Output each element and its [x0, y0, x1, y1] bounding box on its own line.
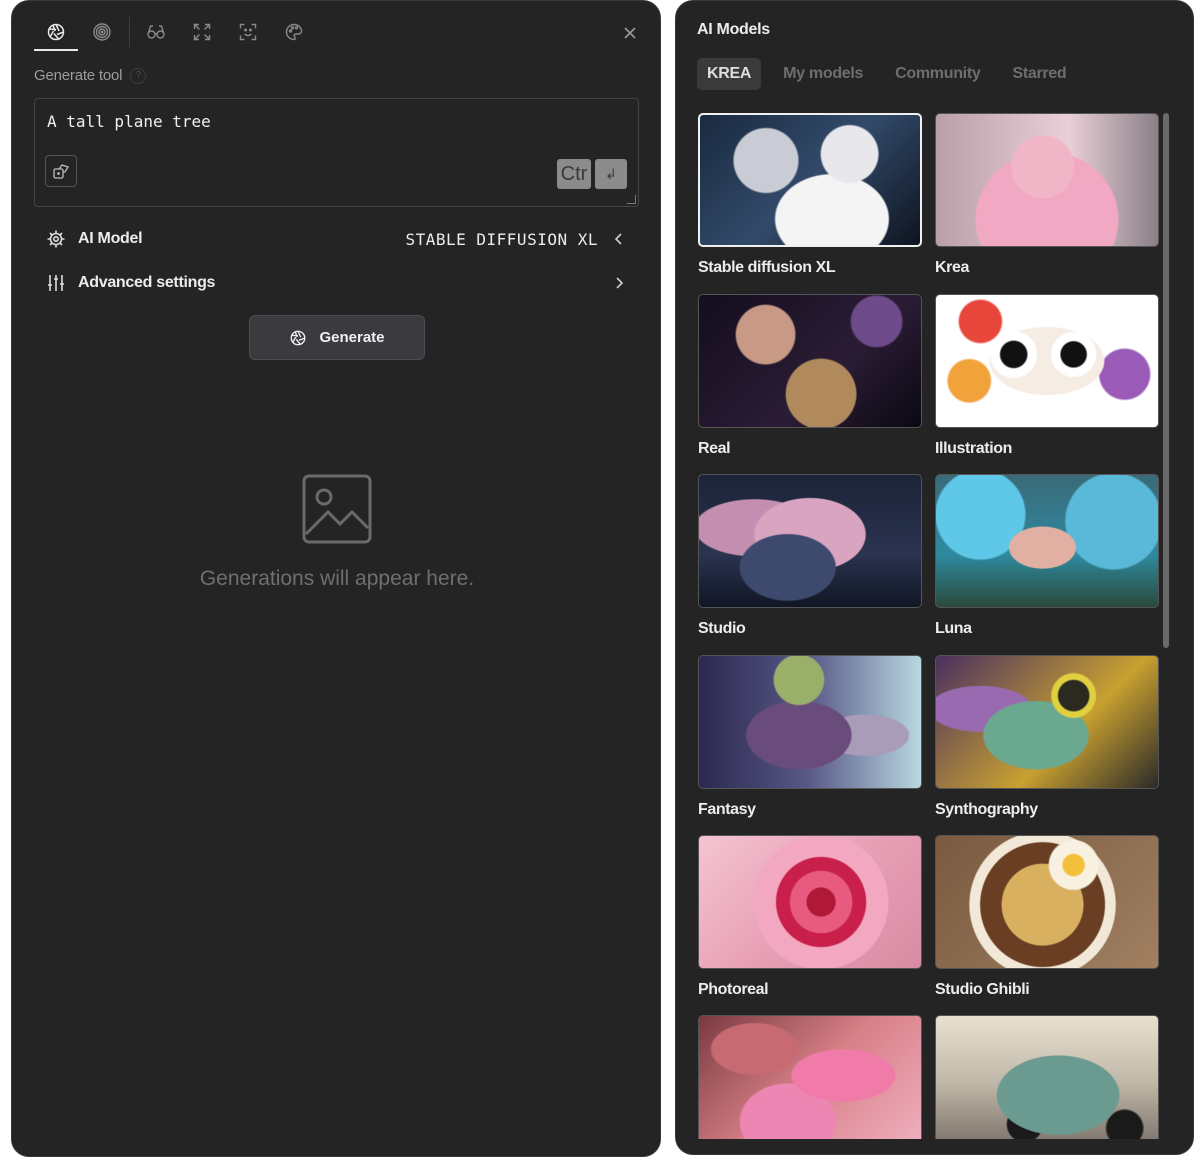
ai-models-panel: AI Models KREA My models Community Starr… [675, 0, 1194, 1155]
chevron-left-icon[interactable] [612, 232, 626, 246]
model-tabs: KREA My models Community Starred [697, 58, 1088, 90]
model-card-luna[interactable]: Luna [935, 474, 1159, 638]
model-name: Krea [935, 259, 969, 276]
glasses-icon[interactable] [134, 13, 178, 51]
generate-tool-label: Generate tool ? [34, 67, 147, 84]
aperture-icon[interactable] [34, 13, 78, 51]
scrollbar[interactable] [1163, 113, 1169, 648]
empty-state-message: Generations will appear here. [199, 567, 475, 590]
face-scan-icon[interactable] [226, 13, 270, 51]
model-name: Photoreal [698, 981, 769, 998]
model-thumbnail [698, 655, 922, 789]
model-thumbnail [698, 1015, 922, 1139]
generate-button-label: Generate [319, 329, 385, 346]
model-name: Studio Ghibli [935, 981, 1030, 998]
model-name: Studio [698, 620, 746, 637]
tab-community[interactable]: Community [885, 58, 990, 90]
tab-krea[interactable]: KREA [697, 58, 762, 90]
model-grid: Stable diffusion XL Krea Real Illustrati… [698, 113, 1164, 1139]
advanced-settings-label: Advanced settings [78, 274, 216, 291]
model-card-krea[interactable]: Krea [935, 113, 1159, 277]
ctrl-key-hint: Ctr [557, 159, 591, 189]
aperture-icon [291, 330, 306, 345]
gear-icon [46, 229, 66, 249]
advanced-settings-row[interactable]: Advanced settings [46, 271, 626, 295]
model-card-studio[interactable]: Studio [698, 474, 922, 638]
model-name: Stable diffusion XL [698, 259, 836, 276]
model-thumbnail [698, 113, 922, 247]
model-card-studio-ghibli[interactable]: Studio Ghibli [935, 835, 1159, 999]
tab-starred[interactable]: Starred [1002, 58, 1076, 90]
model-name: Illustration [935, 440, 1012, 457]
model-thumbnail [935, 113, 1159, 247]
tool-toolbar [34, 13, 642, 51]
model-thumbnail [698, 835, 922, 969]
enter-key-hint: ↲ [595, 159, 627, 189]
ai-model-row[interactable]: AI Model STABLE DIFFUSION XL [46, 227, 626, 251]
model-thumbnail [935, 835, 1159, 969]
ai-model-label: AI Model [78, 230, 143, 247]
expand-icon[interactable] [180, 13, 224, 51]
model-name: Luna [935, 620, 972, 637]
palette-icon[interactable] [272, 13, 316, 51]
close-icon[interactable] [618, 21, 642, 45]
model-card-partial-1[interactable] [698, 1015, 922, 1139]
toolbar-separator [129, 17, 130, 47]
sliders-icon [46, 273, 66, 293]
model-card-stable-diffusion-xl[interactable]: Stable diffusion XL [698, 113, 922, 277]
help-icon[interactable]: ? [130, 67, 147, 84]
image-placeholder-icon [302, 474, 372, 544]
model-card-fantasy[interactable]: Fantasy [698, 655, 922, 819]
tab-my-models[interactable]: My models [773, 58, 873, 90]
model-thumbnail [935, 1015, 1159, 1139]
ai-model-value: STABLE DIFFUSION XL [405, 229, 598, 249]
dice-icon[interactable] [45, 155, 77, 187]
model-name: Real [698, 440, 731, 457]
generate-button[interactable]: Generate [249, 315, 425, 360]
prompt-input[interactable]: A tall plane tree Ctr ↲ [34, 98, 639, 207]
section-title: Generate tool [34, 67, 123, 84]
model-card-synthography[interactable]: Synthography [935, 655, 1159, 819]
model-name: Synthography [935, 801, 1038, 818]
model-thumbnail [935, 655, 1159, 789]
chevron-right-icon[interactable] [612, 276, 626, 290]
model-card-real[interactable]: Real [698, 294, 922, 458]
model-thumbnail [698, 294, 922, 428]
generate-panel: Generate tool ? A tall plane tree Ctr ↲ … [11, 0, 661, 1157]
panel-title: AI Models [697, 21, 770, 38]
prompt-text[interactable]: A tall plane tree [47, 112, 211, 131]
resize-handle[interactable] [627, 195, 636, 204]
model-card-photoreal[interactable]: Photoreal [698, 835, 922, 999]
model-thumbnail [935, 474, 1159, 608]
model-card-illustration[interactable]: Illustration [935, 294, 1159, 458]
spiral-icon[interactable] [80, 13, 124, 51]
model-name: Fantasy [698, 801, 756, 818]
model-thumbnail [698, 474, 922, 608]
model-thumbnail [935, 294, 1159, 428]
model-card-partial-2[interactable] [935, 1015, 1159, 1139]
